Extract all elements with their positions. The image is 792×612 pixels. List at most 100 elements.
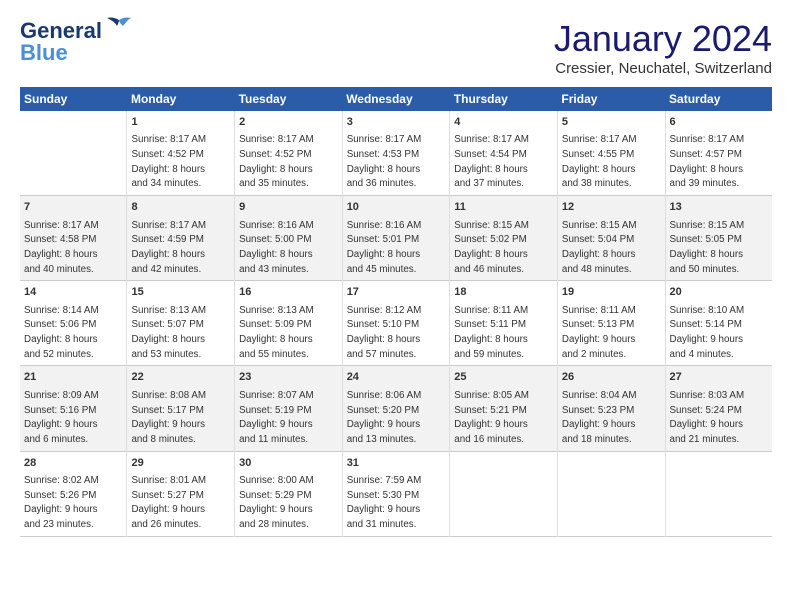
cell-text-line: Daylight: 8 hours [24,249,98,260]
table-cell: 20Sunrise: 8:10 AMSunset: 5:14 PMDayligh… [665,281,772,366]
cell-text-line: Daylight: 8 hours [454,164,528,175]
day-number: 23 [239,370,338,385]
day-number: 30 [239,456,338,471]
col-sunday: Sunday [20,87,127,111]
table-cell: 13Sunrise: 8:15 AMSunset: 5:05 PMDayligh… [665,196,772,281]
cell-text-line: Sunrise: 8:17 AM [454,134,529,145]
cell-text-line: and 40 minutes. [24,264,94,275]
cell-text-line: Sunset: 4:54 PM [454,149,526,160]
table-cell: 11Sunrise: 8:15 AMSunset: 5:02 PMDayligh… [450,196,558,281]
cell-text-line: Sunset: 5:00 PM [239,234,311,245]
table-cell: 21Sunrise: 8:09 AMSunset: 5:16 PMDayligh… [20,366,127,451]
cell-text-line: Sunrise: 8:09 AM [24,390,99,401]
cell-text-line: Sunrise: 8:01 AM [131,475,206,486]
col-saturday: Saturday [665,87,772,111]
cell-text-line: Sunrise: 8:17 AM [131,134,206,145]
day-number: 28 [24,456,122,471]
cell-text-line: and 52 minutes. [24,349,94,360]
cell-text-line: Sunrise: 8:15 AM [562,220,637,231]
title-area: January 2024 Cressier, Neuchatel, Switze… [554,18,772,77]
cell-text-line: Daylight: 8 hours [454,249,528,260]
col-wednesday: Wednesday [342,87,450,111]
cell-text-line: Sunset: 5:07 PM [131,319,203,330]
cell-text-line: Sunset: 5:26 PM [24,490,96,501]
cell-text-line: and 42 minutes. [131,264,201,275]
cell-text-line: Sunset: 5:13 PM [562,319,634,330]
table-row: 21Sunrise: 8:09 AMSunset: 5:16 PMDayligh… [20,366,772,451]
day-number: 24 [347,370,446,385]
cell-text-line: Sunset: 4:52 PM [131,149,203,160]
day-number: 22 [131,370,230,385]
day-number: 25 [454,370,553,385]
table-cell: 23Sunrise: 8:07 AMSunset: 5:19 PMDayligh… [235,366,343,451]
cell-text-line: Sunrise: 8:04 AM [562,390,637,401]
table-cell: 9Sunrise: 8:16 AMSunset: 5:00 PMDaylight… [235,196,343,281]
table-cell: 16Sunrise: 8:13 AMSunset: 5:09 PMDayligh… [235,281,343,366]
cell-text-line: Sunrise: 8:17 AM [562,134,637,145]
cell-text-line: Daylight: 8 hours [131,164,205,175]
cell-text-line: Sunrise: 8:02 AM [24,475,99,486]
cell-text-line: Daylight: 9 hours [562,334,636,345]
table-cell: 17Sunrise: 8:12 AMSunset: 5:10 PMDayligh… [342,281,450,366]
table-cell: 15Sunrise: 8:13 AMSunset: 5:07 PMDayligh… [127,281,235,366]
cell-text-line: Sunrise: 8:17 AM [347,134,422,145]
table-cell: 31Sunrise: 7:59 AMSunset: 5:30 PMDayligh… [342,451,450,536]
table-row: 1Sunrise: 8:17 AMSunset: 4:52 PMDaylight… [20,111,772,196]
cell-text-line: Sunrise: 8:16 AM [239,220,314,231]
table-cell: 28Sunrise: 8:02 AMSunset: 5:26 PMDayligh… [20,451,127,536]
page: General Blue January 2024 Cressier, Neuc… [0,0,792,547]
cell-text-line: Sunset: 5:29 PM [239,490,311,501]
cell-text-line: and 21 minutes. [670,434,740,445]
cell-text-line: Daylight: 8 hours [347,249,421,260]
col-thursday: Thursday [450,87,558,111]
cell-text-line: Sunset: 4:59 PM [131,234,203,245]
cell-text-line: and 39 minutes. [670,178,740,189]
day-number: 13 [670,200,768,215]
day-number: 7 [24,200,122,215]
cell-text-line: and 6 minutes. [24,434,88,445]
cell-text-line: Daylight: 8 hours [562,164,636,175]
cell-text-line: Sunset: 5:24 PM [670,405,742,416]
cell-text-line: Sunset: 5:30 PM [347,490,419,501]
day-number: 16 [239,285,338,300]
calendar-body: 1Sunrise: 8:17 AMSunset: 4:52 PMDaylight… [20,111,772,536]
day-number: 26 [562,370,661,385]
table-row: 7Sunrise: 8:17 AMSunset: 4:58 PMDaylight… [20,196,772,281]
table-cell: 2Sunrise: 8:17 AMSunset: 4:52 PMDaylight… [235,111,343,196]
cell-text-line: Sunrise: 8:10 AM [670,305,745,316]
table-cell: 18Sunrise: 8:11 AMSunset: 5:11 PMDayligh… [450,281,558,366]
cell-text-line: Daylight: 9 hours [454,419,528,430]
cell-text-line: Sunrise: 8:03 AM [670,390,745,401]
table-cell: 3Sunrise: 8:17 AMSunset: 4:53 PMDaylight… [342,111,450,196]
cell-text-line: Daylight: 8 hours [347,164,421,175]
table-header: Sunday Monday Tuesday Wednesday Thursday… [20,87,772,111]
cell-text-line: Sunset: 5:06 PM [24,319,96,330]
table-cell [20,111,127,196]
cell-text-line: Daylight: 9 hours [239,504,313,515]
cell-text-line: Sunset: 5:19 PM [239,405,311,416]
table-cell: 10Sunrise: 8:16 AMSunset: 5:01 PMDayligh… [342,196,450,281]
day-number: 31 [347,456,446,471]
table-cell: 24Sunrise: 8:06 AMSunset: 5:20 PMDayligh… [342,366,450,451]
cell-text-line: Sunrise: 8:16 AM [347,220,422,231]
cell-text-line: Sunset: 5:11 PM [454,319,526,330]
table-row: 28 Sunrise: 8:02 AM Sunset: 5:26 PM Dayligh… [20,451,772,536]
cell-text-line: Sunset: 5:20 PM [347,405,419,416]
table-cell: 26Sunrise: 8:04 AMSunset: 5:23 PMDayligh… [557,366,665,451]
cell-text-line: and 16 minutes. [454,434,524,445]
cell-text-line: and 59 minutes. [454,349,524,360]
header-row: Sunday Monday Tuesday Wednesday Thursday… [20,87,772,111]
cell-text-line: Sunset: 5:05 PM [670,234,742,245]
day-number: 12 [562,200,661,215]
table-cell: 4Sunrise: 8:17 AMSunset: 4:54 PMDaylight… [450,111,558,196]
cell-text-line: and 18 minutes. [562,434,632,445]
cell-text-line: Sunrise: 8:13 AM [239,305,314,316]
cell-text-line: Sunrise: 8:13 AM [131,305,206,316]
cell-text-line: Daylight: 9 hours [131,419,205,430]
day-number: 17 [347,285,446,300]
cell-text-line: and 8 minutes. [131,434,195,445]
table-row: 14Sunrise: 8:14 AMSunset: 5:06 PMDayligh… [20,281,772,366]
cell-text-line: and 23 minutes. [24,519,94,530]
cell-text-line: and 43 minutes. [239,264,309,275]
main-title: January 2024 [554,18,772,60]
